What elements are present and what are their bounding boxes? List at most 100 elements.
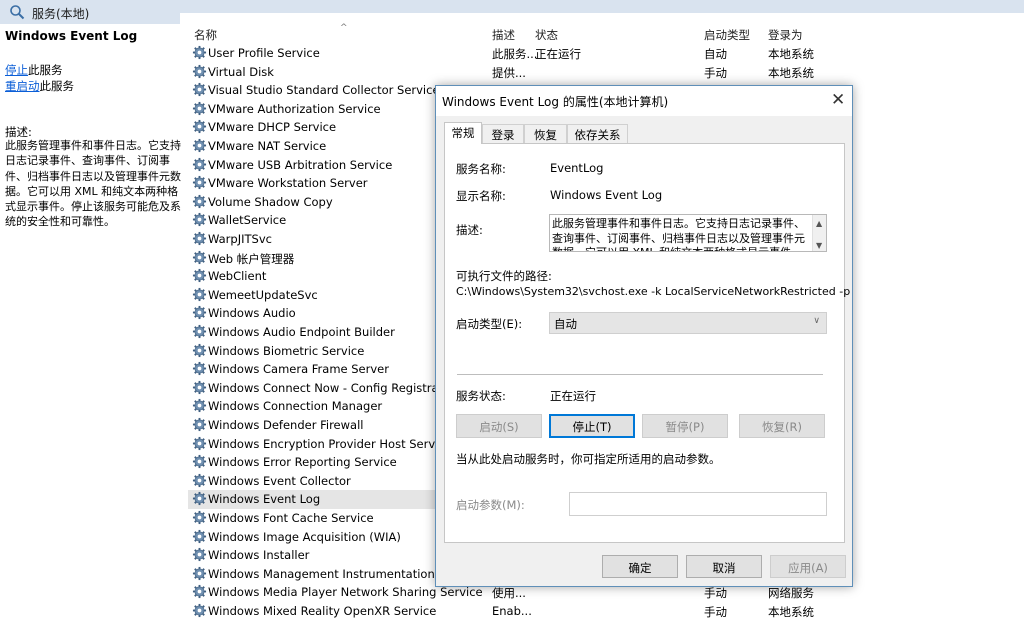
column-header-description[interactable]: 描述 [492, 27, 515, 43]
gear-icon [192, 287, 207, 302]
chevron-down-icon: ∨ [813, 316, 820, 326]
selected-service-name: Windows Event Log [5, 29, 138, 43]
exe-path-value: C:\Windows\System32\svchost.exe -k Local… [456, 285, 851, 298]
scroll-up-icon[interactable]: ▲ [816, 217, 822, 232]
service-name-cell: WarpJITSvc [208, 232, 272, 246]
service-name-cell: Windows Encryption Provider Host Service [208, 436, 452, 451]
stop-button[interactable]: 停止(T) [549, 414, 635, 438]
resume-button[interactable]: 恢复(R) [739, 414, 825, 438]
service-name-cell: VMware USB Arbitration Service [208, 157, 393, 172]
restart-service-suffix: 此服务 [39, 79, 75, 93]
service-logon-cell: 网络服务 [768, 586, 814, 601]
service-name-cell: WalletService [208, 213, 287, 228]
start-params-input[interactable] [569, 492, 827, 516]
gear-icon [192, 361, 207, 376]
service-name-cell: VMware Authorization Service [208, 101, 381, 116]
service-startup-cell: 手动 [704, 65, 727, 80]
description-scrollbar[interactable]: ▲ ▼ [812, 215, 826, 251]
startup-type-selected: 自动 [554, 317, 577, 331]
gear-icon [192, 231, 207, 246]
list-header-background [180, 13, 1024, 24]
gear-icon [192, 603, 207, 618]
dialog-titlebar: Windows Event Log 的属性(本地计算机) ✕ [436, 86, 852, 116]
service-logon-cell: 本地系统 [768, 65, 814, 80]
gear-icon [192, 454, 207, 469]
service-name-cell: Windows Image Acquisition (WIA) [208, 529, 401, 544]
service-startup-cell: 手动 [704, 605, 727, 619]
properties-dialog: Windows Event Log 的属性(本地计算机) ✕ 常规 登录 恢复 … [435, 85, 853, 587]
gear-icon [192, 194, 207, 209]
startup-type-select[interactable]: 自动 ∨ [549, 312, 827, 334]
tab-logon[interactable]: 登录 [482, 124, 524, 143]
start-params-hint: 当从此处启动服务时，你可指定所适用的启动参数。 [456, 452, 721, 466]
description-textbox[interactable]: 此服务管理事件和事件日志。它支持日志记录事件、查询事件、订阅事件、归档事件日志以… [549, 214, 827, 252]
tab-general[interactable]: 常规 [444, 122, 482, 144]
service-name-label: 服务名称: [456, 162, 506, 176]
column-name-label: 名称 [194, 28, 217, 42]
stop-service-link[interactable]: 停止 [5, 63, 28, 77]
service-name-cell: Windows Connect Now - Config Registrar [208, 380, 444, 395]
service-name-cell: Windows Camera Frame Server [208, 362, 389, 377]
panel-title: 服务(本地) [32, 7, 90, 21]
service-detail-pane: Windows Event Log 停止此服务 重启动此服务 描述: 此服务管理… [0, 24, 185, 623]
close-icon[interactable]: ✕ [831, 90, 845, 110]
service-name-cell: User Profile Service [208, 46, 320, 60]
column-header-status[interactable]: 状态 [535, 27, 558, 43]
tab-recovery[interactable]: 恢复 [524, 124, 567, 143]
tab-dependencies[interactable]: 依存关系 [567, 124, 628, 143]
column-header-startup-type[interactable]: 启动类型 [704, 27, 750, 43]
exe-path-label: 可执行文件的路径: [456, 269, 552, 283]
service-name-cell: VMware Workstation Server [208, 176, 368, 191]
description-text: 此服务管理事件和事件日志。它支持日志记录事件、查询事件、订阅事件、归档事件日志以… [5, 139, 181, 229]
gear-icon [192, 250, 207, 265]
service-status-label: 服务状态: [456, 389, 506, 403]
service-status-cell: 正在运行 [535, 47, 581, 61]
stop-service-suffix: 此服务 [28, 63, 63, 77]
pause-button[interactable]: 暂停(P) [642, 414, 728, 438]
description-field-label: 描述: [456, 223, 483, 237]
table-row[interactable]: Virtual Disk 提供... 手动 本地系统 [188, 63, 1024, 82]
service-logon-cell: 本地系统 [768, 605, 814, 619]
service-desc-cell: Enab... [492, 604, 532, 618]
apply-button[interactable]: 应用(A) [770, 555, 846, 578]
table-row[interactable]: Windows Mixed Reality OpenXR Service Enab… [188, 602, 1024, 621]
general-tab-panel: 服务名称: EventLog 显示名称: Windows Event Log 描… [444, 143, 850, 543]
gear-icon [192, 436, 207, 451]
sort-ascending-icon: ^ [340, 23, 348, 33]
service-desc-cell: 提供... [492, 65, 526, 80]
gear-icon [192, 175, 207, 190]
service-name-cell: Windows Defender Firewall [208, 418, 364, 432]
restart-service-link[interactable]: 重启动 [5, 79, 40, 93]
service-desc-cell: 此服务... [492, 47, 538, 61]
ok-button[interactable]: 确定 [602, 555, 678, 578]
column-header-logon-as[interactable]: 登录为 [768, 27, 803, 43]
service-name-cell: Windows Media Player Network Sharing Ser… [208, 585, 483, 600]
service-name-cell: Windows Management Instrumentation [208, 566, 435, 581]
display-name-label: 显示名称: [456, 189, 506, 203]
service-name-cell: Windows Connection Manager [208, 399, 383, 414]
gear-icon [192, 101, 207, 116]
gear-icon [192, 473, 207, 488]
gear-icon [192, 119, 207, 134]
service-name-cell: Visual Studio Standard Collector Service… [208, 83, 466, 98]
start-button[interactable]: 启动(S) [456, 414, 542, 438]
search-icon [10, 5, 25, 20]
service-name-cell: WemeetUpdateSvc [208, 287, 318, 302]
service-name-cell: Windows Installer [208, 548, 310, 563]
cancel-button[interactable]: 取消 [686, 555, 762, 578]
table-row[interactable]: User Profile Service 此服务... 正在运行 自动 本地系统 [188, 44, 1024, 63]
gear-icon [192, 417, 207, 432]
gear-icon [192, 64, 207, 79]
startup-type-label: 启动类型(E): [456, 317, 523, 331]
services-header: 服务(本地) [0, 0, 1024, 24]
gear-icon [192, 157, 207, 172]
scroll-down-icon[interactable]: ▼ [816, 239, 822, 251]
gear-icon [192, 324, 207, 339]
gear-icon [192, 82, 207, 97]
service-name-value: EventLog [550, 161, 604, 175]
column-header-name[interactable]: 名称 ^ [194, 23, 348, 43]
table-row[interactable]: Windows Event Log [188, 490, 448, 509]
service-name-cell: Volume Shadow Copy [208, 194, 333, 209]
service-name-cell: VMware NAT Service [208, 139, 327, 153]
gear-icon [192, 398, 207, 413]
